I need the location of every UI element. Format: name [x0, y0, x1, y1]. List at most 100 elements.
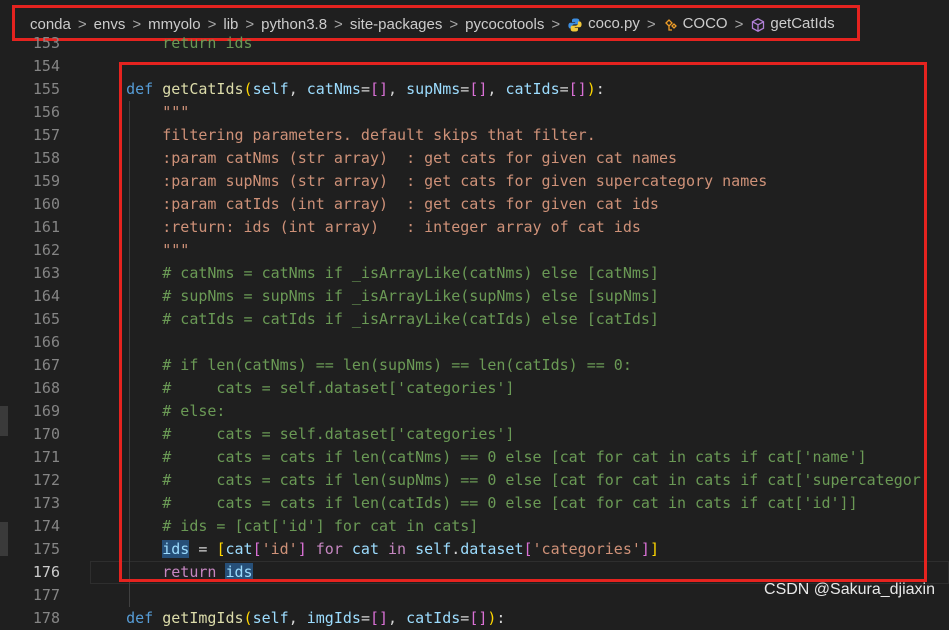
breadcrumb-file-name: coco.py [588, 15, 640, 33]
code-line[interactable]: 158 :param catNms (str array) : get cats… [0, 147, 949, 170]
code-line[interactable]: 169 # else: [0, 400, 949, 423]
line-number: 153 [32, 34, 60, 52]
line-number: 158 [32, 149, 60, 167]
code-line[interactable]: 166 [0, 331, 949, 354]
line-number: 175 [32, 540, 60, 558]
code-text: def getImgIds(self, imgIds=[], catIds=[]… [126, 609, 506, 627]
chevron-right-icon: > [207, 15, 217, 33]
method-symbol-icon [752, 17, 765, 32]
chevron-right-icon: > [245, 15, 255, 33]
code-text: # cats = cats if len(catIds) == 0 else [… [90, 494, 858, 512]
code-text: # cats = self.dataset['categories'] [90, 379, 515, 397]
python-file-icon [568, 18, 582, 32]
breadcrumb-class-name: COCO [682, 15, 728, 33]
breadcrumb-item-site-packages[interactable]: site-packages [350, 16, 443, 33]
breadcrumb-item-python[interactable]: python3.8 [261, 16, 327, 33]
line-number: 170 [32, 425, 60, 443]
line-number: 173 [32, 494, 60, 512]
line-number: 159 [32, 172, 60, 190]
breadcrumb-item-lib[interactable]: lib [223, 16, 238, 33]
breadcrumb-item-method[interactable]: getCatIds [750, 15, 835, 33]
code-text: # supNms = supNms if _isArrayLike(supNms… [90, 287, 659, 305]
code-line[interactable]: 178 def getImgIds(self, imgIds=[], catId… [0, 607, 949, 630]
line-number: 163 [32, 264, 60, 282]
code-text: :param catIds (int array) : get cats for… [90, 195, 659, 213]
code-line[interactable]: 171 # cats = cats if len(catNms) == 0 el… [0, 446, 949, 469]
breadcrumb-item-mmyolo[interactable]: mmyolo [148, 16, 201, 33]
line-number: 160 [32, 195, 60, 213]
code-text: :param catNms (str array) : get cats for… [90, 149, 677, 167]
code-line[interactable]: 162 """ [0, 239, 949, 262]
code-line[interactable]: 161 :return: ids (int array) : integer a… [0, 216, 949, 239]
code-line[interactable]: 159 :param supNms (str array) : get cats… [0, 170, 949, 193]
code-text: # else: [90, 402, 226, 420]
line-number: 164 [32, 287, 60, 305]
code-editor[interactable]: 153 return ids 154 155 def getCatIds(self,… [0, 34, 949, 627]
line-number: 174 [32, 517, 60, 535]
code-line[interactable]: 153 return ids [0, 32, 949, 55]
line-number: 176 [32, 563, 60, 581]
line-number: 171 [32, 448, 60, 466]
code-line[interactable]: 175 ids = [cat['id'] for cat in self.dat… [0, 538, 949, 561]
code-line[interactable]: 170 # cats = self.dataset['categories'] [0, 423, 949, 446]
code-text: return ids [90, 34, 253, 52]
chevron-right-icon: > [77, 15, 87, 33]
code-line[interactable]: 173 # cats = cats if len(catIds) == 0 el… [0, 492, 949, 515]
code-line[interactable]: 168 # cats = self.dataset['categories'] [0, 377, 949, 400]
indent-guide [129, 101, 130, 607]
line-number: 165 [32, 310, 60, 328]
chevron-right-icon: > [734, 15, 744, 33]
breadcrumb-item-class[interactable]: COCO [663, 15, 728, 32]
line-number: 154 [32, 57, 60, 75]
code-text: # catIds = catIds if _isArrayLike(catIds… [90, 310, 659, 328]
code-line[interactable]: 164 # supNms = supNms if _isArrayLike(su… [0, 285, 949, 308]
code-text: def getCatIds(self, catNms=[], supNms=[]… [126, 80, 605, 98]
code-text: return ids [162, 563, 253, 581]
breadcrumb-item-pycocotools[interactable]: pycocotools [465, 16, 544, 33]
line-number: 156 [32, 103, 60, 121]
code-text: # cats = cats if len(supNms) == 0 else [… [90, 471, 921, 489]
code-text: ids = [cat['id'] for cat in self.dataset… [162, 540, 659, 558]
line-number: 167 [32, 356, 60, 374]
line-number: 168 [32, 379, 60, 397]
code-line[interactable]: 165 # catIds = catIds if _isArrayLike(ca… [0, 308, 949, 331]
breadcrumb-item-conda[interactable]: conda [30, 16, 71, 33]
chevron-right-icon: > [449, 15, 459, 33]
code-text: # if len(catNms) == len(supNms) == len(c… [90, 356, 632, 374]
code-line[interactable]: 160 :param catIds (int array) : get cats… [0, 193, 949, 216]
code-text: # catNms = catNms if _isArrayLike(catNms… [90, 264, 659, 282]
line-number: 161 [32, 218, 60, 236]
code-text: # cats = self.dataset['categories'] [90, 425, 515, 443]
code-text: filtering parameters. default skips that… [90, 126, 596, 144]
code-text: # cats = cats if len(catNms) == 0 else [… [90, 448, 867, 466]
line-number: 155 [32, 80, 60, 98]
breadcrumb-item-file[interactable]: coco.py [567, 15, 640, 32]
chevron-right-icon: > [551, 15, 561, 33]
code-text: # ids = [cat['id'] for cat in cats] [90, 517, 479, 535]
code-text: :return: ids (int array) : integer array… [90, 218, 641, 236]
code-line[interactable]: 155 def getCatIds(self, catNms=[], supNm… [0, 78, 949, 101]
watermark: CSDN @Sakura_djiaxin [764, 581, 935, 598]
code-text: """ [90, 241, 190, 259]
code-line[interactable]: 172 # cats = cats if len(supNms) == 0 el… [0, 469, 949, 492]
code-text: """ [162, 103, 190, 121]
chevron-right-icon: > [132, 15, 142, 33]
code-line[interactable]: 157 filtering parameters. default skips … [0, 124, 949, 147]
chevron-right-icon: > [334, 15, 343, 33]
code-text: :param supNms (str array) : get cats for… [90, 172, 768, 190]
code-line[interactable]: 154 [0, 55, 949, 78]
code-line[interactable]: 156 """ [0, 101, 949, 124]
class-symbol-icon [664, 18, 677, 31]
breadcrumb-method-name: getCatIds [770, 15, 835, 33]
line-number: 157 [32, 126, 60, 144]
line-number: 178 [32, 609, 60, 627]
line-number: 169 [32, 402, 60, 420]
chevron-right-icon: > [646, 15, 656, 33]
line-number: 162 [32, 241, 60, 259]
code-line[interactable]: 174 # ids = [cat['id'] for cat in cats] [0, 515, 949, 538]
line-number: 172 [32, 471, 60, 489]
code-line[interactable]: 167 # if len(catNms) == len(supNms) == l… [0, 354, 949, 377]
code-line[interactable]: 163 # catNms = catNms if _isArrayLike(ca… [0, 262, 949, 285]
breadcrumb-item-envs[interactable]: envs [94, 16, 126, 33]
line-number: 177 [32, 586, 60, 604]
